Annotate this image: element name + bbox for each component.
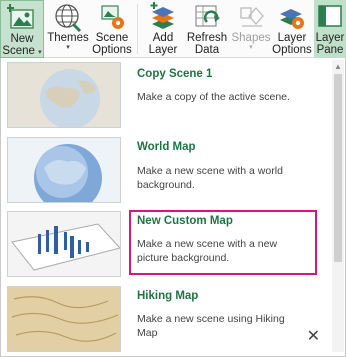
new-scene-icon (6, 3, 37, 33)
add-layer-label-2: Layer (148, 44, 178, 56)
themes-button[interactable]: Themes ▾ (47, 0, 89, 58)
world-map-thumbnail (7, 137, 121, 203)
hiking-map-thumbnail (7, 286, 121, 352)
add-layer-icon (148, 2, 178, 32)
add-layer-label-1: Add (152, 32, 174, 44)
refresh-data-label-2: Data (194, 44, 220, 56)
globe-icon (53, 2, 83, 33)
layer-options-label-1: Layer (277, 32, 307, 44)
refresh-data-button[interactable]: Refresh Data (186, 0, 228, 58)
layer-options-label-2: Options (272, 44, 312, 56)
scroll-up-icon[interactable]: ▲ (334, 62, 342, 71)
add-layer-button[interactable]: Add Layer (142, 0, 184, 58)
refresh-data-label-1: Refresh (186, 32, 228, 44)
chevron-down-icon: ▾ (66, 44, 70, 51)
item-title: Copy Scene 1 (137, 68, 213, 80)
item-description: Make a new scene using Hiking Map (137, 313, 285, 339)
copy-scene-thumbnail (7, 62, 121, 128)
shapes-button[interactable]: Shapes ▾ (230, 0, 272, 58)
new-scene-label-2: Scene (2, 45, 35, 57)
gallery-item-hiking-map[interactable]: Hiking Map Make a new scene using Hiking… (0, 286, 330, 357)
item-description: Make a new scene with a world background… (137, 165, 283, 191)
selection-highlight (129, 210, 317, 275)
gallery-item-world-map[interactable]: World Map Make a new scene with a world … (0, 137, 330, 209)
item-title: Hiking Map (137, 290, 199, 302)
item-title: World Map (137, 141, 196, 153)
close-icon[interactable]: ✕ (307, 329, 320, 345)
layer-pane-label-2: Pane (316, 44, 344, 56)
scene-options-label-1: Scene (95, 32, 129, 44)
chevron-down-icon: ▾ (249, 44, 253, 51)
layer-options-icon (277, 2, 307, 32)
scene-options-button[interactable]: Scene Options (91, 0, 133, 58)
custom-map-thumbnail (7, 211, 121, 277)
layer-pane-label-1: Layer (315, 32, 345, 44)
shapes-icon (236, 2, 266, 32)
layer-pane-button[interactable]: Layer Pane (314, 0, 346, 58)
refresh-icon (192, 2, 222, 32)
chevron-down-icon: ▾ (38, 49, 42, 56)
new-scene-button[interactable]: New Scene ▾ (0, 0, 44, 58)
ribbon-separator (137, 4, 138, 54)
item-description: Make a copy of the active scene. (137, 91, 290, 103)
shapes-label: Shapes (231, 32, 271, 44)
themes-label: Themes (47, 32, 89, 44)
ribbon-toolbar: New Scene ▾ Themes ▾ Scene Options Add L… (0, 0, 346, 58)
new-scene-label-1: New (10, 33, 34, 45)
scene-options-label-2: Options (92, 44, 132, 56)
layer-pane-icon (315, 2, 345, 32)
layer-options-button[interactable]: Layer Options (272, 0, 312, 58)
scene-options-icon (97, 2, 127, 32)
gallery-scrollbar[interactable]: ▲ (332, 60, 344, 352)
gallery-item-copy-scene[interactable]: Copy Scene 1 Make a copy of the active s… (0, 62, 330, 134)
scroll-thumb[interactable] (334, 74, 342, 262)
